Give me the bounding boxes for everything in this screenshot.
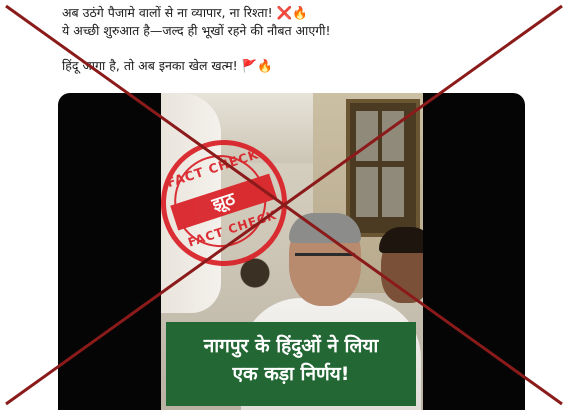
window-pane	[382, 111, 404, 161]
post-text: अब उठंगे पैजामे वालों से ना व्यापार, ना …	[62, 4, 532, 75]
video-scene-glasses	[295, 253, 355, 266]
video-caption-line-2: एक कड़ा निर्णय!	[232, 363, 350, 385]
cross-mark-icon: ❌	[276, 5, 293, 20]
fire-icon: 🔥	[292, 5, 308, 20]
post-line-1-text: अब उठंगे पैजामे वालों से ना व्यापार, ना …	[62, 5, 273, 20]
window-pane	[382, 167, 404, 217]
window-pane	[356, 167, 378, 217]
post-line-3: हिंदू जागा है, तो अब इनका खेल खत्म! 🚩🔥	[62, 57, 532, 75]
video-caption-line-1: नागपुर के हिंदुओं ने लिया	[203, 335, 379, 357]
post-line-3-text: हिंदू जागा है, तो अब इनका खेल खत्म!	[62, 58, 238, 73]
post-line-2: ये अच्छी शुरुआत है—जल्द ही भूखों रहने की…	[62, 23, 331, 38]
post-line-1: अब उठंगे पैजामे वालों से ना व्यापार, ना …	[62, 4, 532, 22]
flag-icon: 🚩	[241, 58, 258, 73]
window-pane	[356, 111, 378, 161]
video-scene-window	[346, 99, 420, 237]
video-scene-man-hair	[289, 213, 361, 243]
video-caption: नागपुर के हिंदुओं ने लिया एक कड़ा निर्णय…	[166, 322, 416, 406]
fire-icon: 🔥	[257, 58, 273, 73]
